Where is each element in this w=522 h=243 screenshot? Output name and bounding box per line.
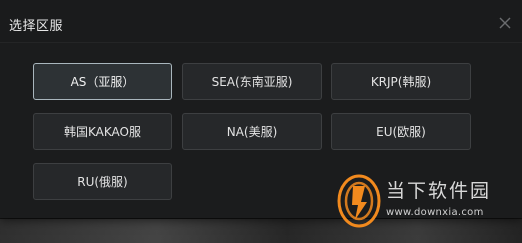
- region-label: 韩国KAKAO服: [64, 125, 141, 139]
- close-button[interactable]: [498, 16, 512, 30]
- close-icon: [499, 17, 511, 29]
- region-label: AS（亚服）: [70, 75, 135, 89]
- region-label: NA(美服): [226, 125, 278, 139]
- region-button-krjp[interactable]: KRJP(韩服): [331, 63, 471, 100]
- watermark: 当下软件园 www.downxia.com: [318, 172, 522, 228]
- region-button-na[interactable]: NA(美服): [182, 113, 322, 150]
- region-label: SEA(东南亚服): [211, 75, 293, 89]
- region-button-eu[interactable]: EU(欧服): [331, 113, 471, 150]
- region-button-kakao[interactable]: 韩国KAKAO服: [33, 113, 172, 150]
- region-label: EU(欧服): [376, 125, 426, 139]
- watermark-brand: 当下软件园: [386, 180, 492, 202]
- region-label: KRJP(韩服): [370, 75, 432, 89]
- downxia-logo-icon: [337, 174, 381, 228]
- dialog-title: 选择区服: [9, 19, 64, 34]
- watermark-url: www.downxia.com: [386, 207, 484, 218]
- region-button-sea[interactable]: SEA(东南亚服): [182, 63, 322, 100]
- region-label: RU(俄服): [77, 175, 128, 189]
- dialog-header: 选择区服: [0, 0, 522, 43]
- region-button-ru[interactable]: RU(俄服): [33, 163, 172, 200]
- region-button-as[interactable]: AS（亚服）: [33, 63, 172, 100]
